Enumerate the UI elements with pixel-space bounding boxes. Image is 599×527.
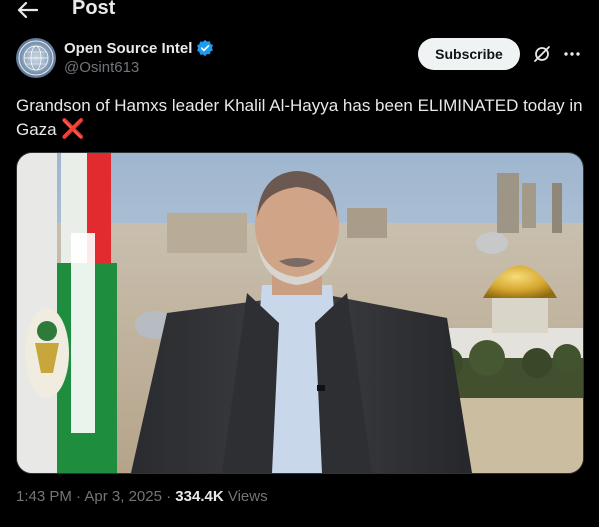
tweet-time[interactable]: 1:43 PM — [16, 488, 72, 505]
avatar-globe-icon — [18, 40, 54, 76]
tweet-media-image[interactable] — [16, 152, 584, 474]
author-name-row: Open Source Intel — [64, 39, 214, 57]
media-photo — [17, 153, 583, 473]
author-name[interactable]: Open Source Intel — [64, 40, 192, 57]
cross-mark-emoji: ❌ — [61, 119, 86, 140]
tweet-text: Grandson of Hamxs leader Khalil Al-Hayya… — [16, 94, 583, 142]
avatar[interactable] — [16, 38, 56, 78]
view-count: 334.4K — [175, 488, 224, 505]
arrow-left-icon[interactable] — [16, 0, 38, 20]
author-handle[interactable]: @Osint613 — [64, 59, 139, 76]
subscribe-button[interactable]: Subscribe — [418, 38, 520, 70]
views-label: Views — [227, 488, 268, 505]
page-title: Post — [72, 0, 116, 19]
header: Post — [0, 0, 599, 22]
grok-icon[interactable] — [532, 44, 552, 64]
tweet-date[interactable]: Apr 3, 2025 — [84, 488, 162, 505]
tweet-body: Grandson of Hamxs leader Khalil Al-Hayya… — [16, 96, 583, 139]
tweet-author: Open Source Intel @Osint613 Subscribe — [16, 38, 583, 78]
tweet-meta: 1:43 PM · Apr 3, 2025 · 334.4K Views — [16, 488, 268, 505]
meta-separator-2: · — [166, 488, 176, 505]
verified-badge-icon — [197, 39, 214, 57]
more-options-icon[interactable] — [562, 44, 582, 64]
